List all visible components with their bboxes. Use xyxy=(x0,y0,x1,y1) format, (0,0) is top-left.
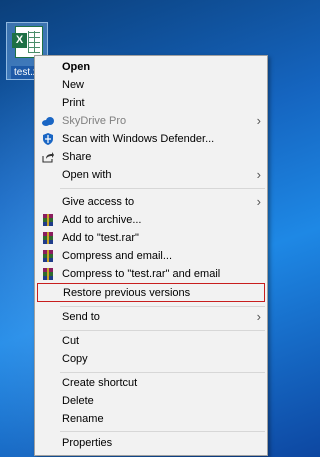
spreadsheet-grid-icon xyxy=(28,31,40,53)
excel-badge: X xyxy=(12,33,27,48)
menu-item-label: Rename xyxy=(62,413,104,425)
menu-item-label: Scan with Windows Defender... xyxy=(62,133,215,145)
menu-item-label: Give access to xyxy=(62,196,135,208)
menu-item-properties[interactable]: Properties xyxy=(37,434,265,452)
menu-item-label: Add to archive... xyxy=(62,214,142,226)
menu-item-new[interactable]: New xyxy=(37,76,265,94)
submenu-arrow-icon: › xyxy=(256,194,261,209)
menu-item-label: SkyDrive Pro xyxy=(62,115,127,127)
menu-item-label: Compress and email... xyxy=(62,250,173,262)
menu-separator xyxy=(60,372,265,373)
menu-item-label: Send to xyxy=(62,311,100,323)
winrar-icon xyxy=(41,249,55,263)
menu-item-label: Print xyxy=(62,97,85,109)
context-menu: Open New Print SkyDrive Pro › Scan with … xyxy=(34,55,268,456)
menu-item-label: Copy xyxy=(62,353,88,365)
menu-item-copy[interactable]: Copy xyxy=(37,350,265,368)
menu-item-share[interactable]: Share xyxy=(37,148,265,166)
menu-item-scan-defender[interactable]: Scan with Windows Defender... xyxy=(37,130,265,148)
menu-separator xyxy=(60,188,265,189)
menu-item-send-to[interactable]: Send to › xyxy=(37,308,265,326)
submenu-arrow-icon: › xyxy=(256,167,261,182)
menu-item-delete[interactable]: Delete xyxy=(37,392,265,410)
menu-item-skydrive-pro[interactable]: SkyDrive Pro › xyxy=(37,112,265,130)
cloud-icon xyxy=(41,114,55,128)
menu-item-label: Compress to "test.rar" and email xyxy=(62,268,221,280)
submenu-arrow-icon: › xyxy=(256,309,261,324)
menu-item-open-with[interactable]: Open with › xyxy=(37,166,265,184)
menu-item-open[interactable]: Open xyxy=(37,58,265,76)
excel-file-icon: X xyxy=(12,26,43,58)
menu-item-label: Open xyxy=(62,61,91,73)
winrar-icon xyxy=(41,267,55,281)
menu-separator xyxy=(60,431,265,432)
defender-shield-icon xyxy=(41,132,55,146)
winrar-icon xyxy=(41,213,55,227)
menu-item-rename[interactable]: Rename xyxy=(37,410,265,428)
menu-separator xyxy=(60,330,265,331)
menu-item-label: Properties xyxy=(62,437,113,449)
menu-separator xyxy=(60,306,265,307)
menu-item-compress-email[interactable]: Compress and email... xyxy=(37,247,265,265)
menu-item-label: Add to "test.rar" xyxy=(62,232,139,244)
menu-item-label: Delete xyxy=(62,395,94,407)
menu-item-label: Cut xyxy=(62,335,80,347)
menu-item-label: Create shortcut xyxy=(62,377,138,389)
share-icon xyxy=(41,150,55,164)
menu-item-restore-previous-versions[interactable]: Restore previous versions xyxy=(37,283,265,302)
menu-item-create-shortcut[interactable]: Create shortcut xyxy=(37,374,265,392)
menu-item-compress-rar-email[interactable]: Compress to "test.rar" and email xyxy=(37,265,265,283)
menu-item-label: New xyxy=(62,79,85,91)
menu-item-cut[interactable]: Cut xyxy=(37,332,265,350)
submenu-arrow-icon: › xyxy=(256,113,261,128)
menu-item-add-to-rar[interactable]: Add to "test.rar" xyxy=(37,229,265,247)
menu-item-label: Restore previous versions xyxy=(63,287,191,299)
menu-item-label: Open with xyxy=(62,169,112,181)
winrar-icon xyxy=(41,231,55,245)
menu-item-label: Share xyxy=(62,151,92,163)
menu-item-add-to-archive[interactable]: Add to archive... xyxy=(37,211,265,229)
menu-item-give-access[interactable]: Give access to › xyxy=(37,193,265,211)
menu-item-print[interactable]: Print xyxy=(37,94,265,112)
